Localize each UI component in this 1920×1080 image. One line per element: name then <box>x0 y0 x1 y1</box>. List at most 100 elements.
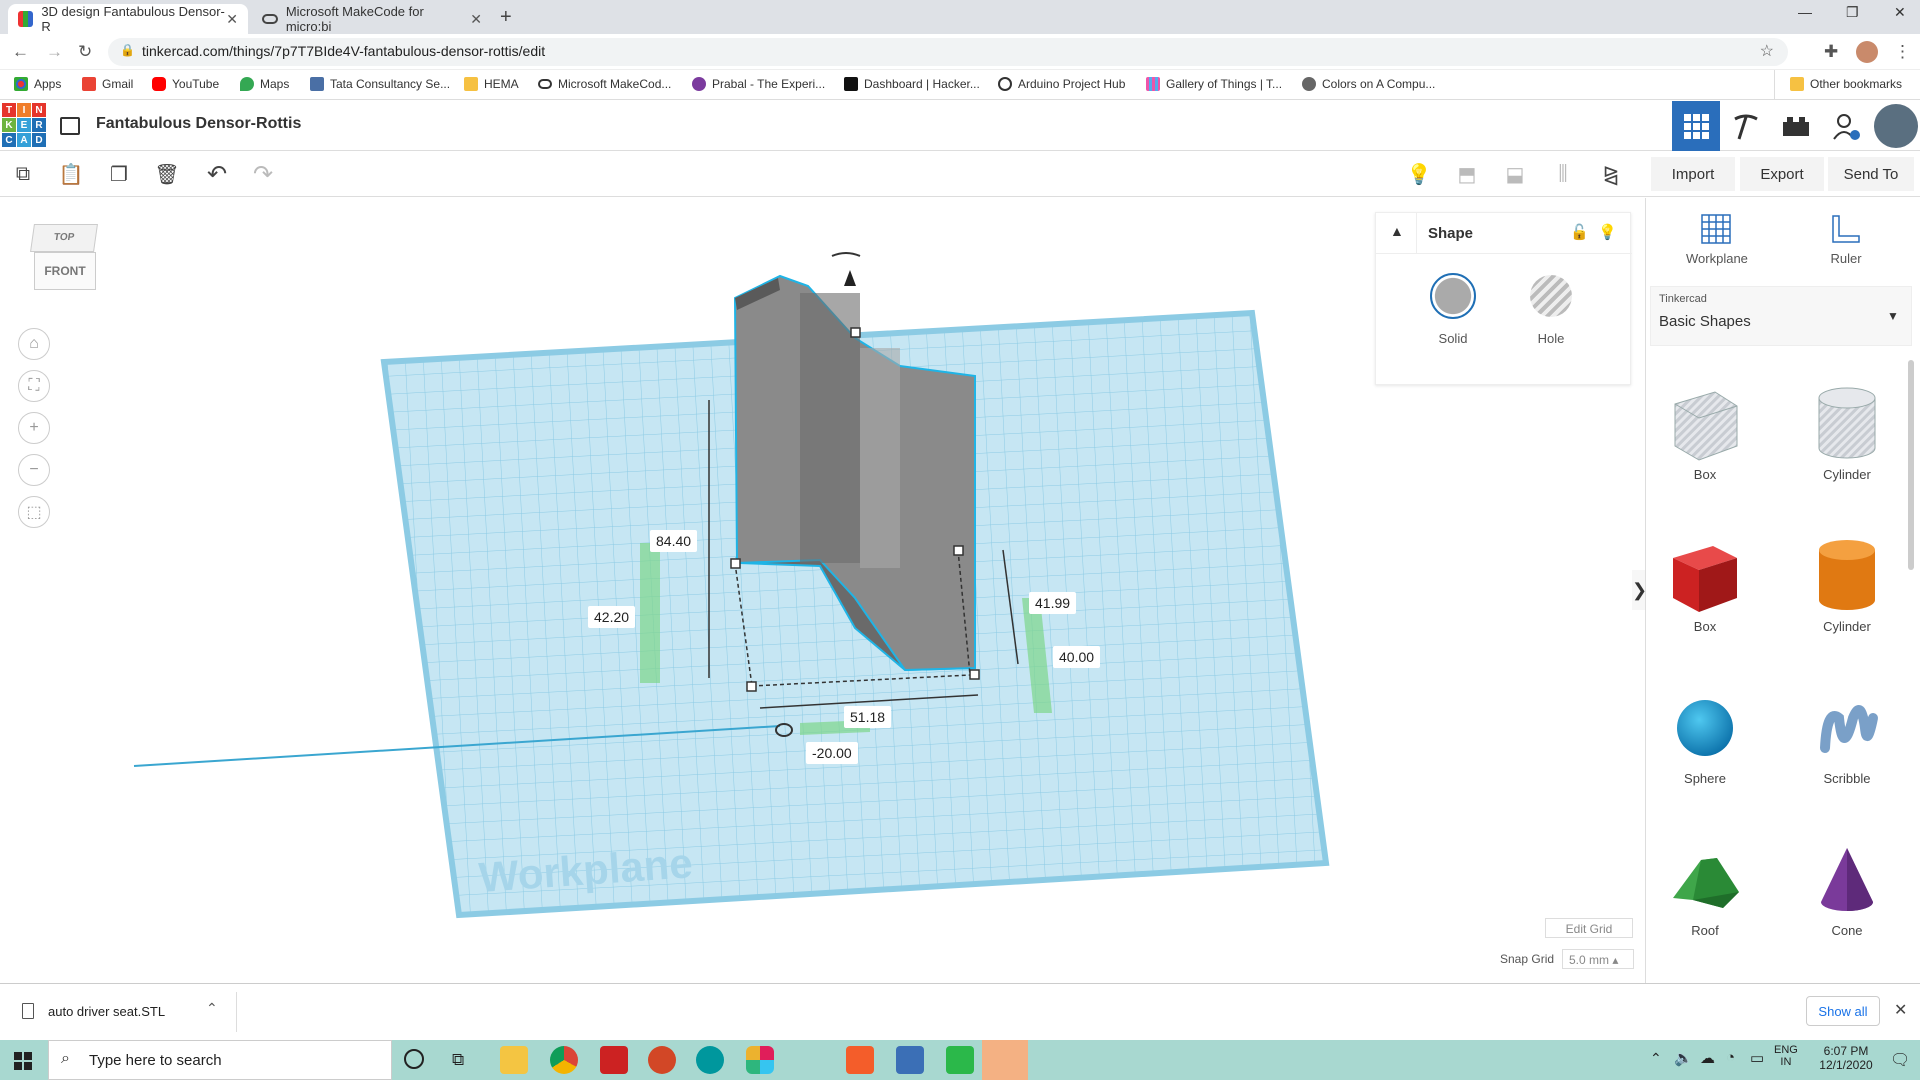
view-cube-front[interactable]: FRONT <box>34 252 96 290</box>
tab-tinkercad[interactable]: 3D design Fantabulous Densor-R ✕ <box>8 4 248 34</box>
3d-workspace[interactable]: Workplane TOP FRONT ⌂ ⛶ + − ⬚ 84.40 42.2… <box>0 198 1645 983</box>
elevation-dimension[interactable]: 42.20 <box>588 606 636 628</box>
duplicate-icon[interactable]: ❐ <box>106 161 132 187</box>
3d-design-view-button[interactable] <box>1672 101 1720 151</box>
new-tab-button[interactable]: + <box>500 6 512 29</box>
design-list-icon[interactable] <box>60 117 80 135</box>
group-icon[interactable]: ⬒ <box>1454 161 1480 187</box>
file-explorer-icon[interactable] <box>500 1046 528 1074</box>
tinkercad-logo[interactable]: T I N K E R C A D <box>2 103 46 147</box>
bookmark-prabal[interactable]: Prabal - The Experi... <box>692 77 825 91</box>
visibility-icon[interactable]: 💡 <box>1598 223 1617 241</box>
edit-grid-button[interactable]: Edit Grid <box>1545 918 1633 938</box>
rotate-handle-icon[interactable] <box>831 252 861 257</box>
back-icon[interactable]: ← <box>12 42 29 62</box>
shape-cylinder-hole[interactable]: Cylinder <box>1792 384 1902 482</box>
undo-icon[interactable]: ↶ <box>204 161 230 188</box>
other-bookmarks[interactable]: Other bookmarks <box>1790 77 1902 91</box>
shape-scribble[interactable]: Scribble <box>1792 688 1902 786</box>
align-icon[interactable]: ⫼ <box>1550 161 1576 187</box>
slack-icon[interactable] <box>746 1046 774 1074</box>
notifications-icon[interactable]: 🗨 <box>1890 1050 1910 1070</box>
flash-icon[interactable] <box>600 1046 628 1074</box>
cortana-icon[interactable] <box>404 1049 424 1069</box>
tab-makecode[interactable]: Microsoft MakeCode for micro:bi ✕ <box>252 4 492 34</box>
chrome-icon[interactable] <box>550 1046 578 1074</box>
lightbulb-icon[interactable]: 💡 <box>1406 161 1432 187</box>
clock[interactable]: 6:07 PM 12/1/2020 <box>1810 1044 1882 1072</box>
offset-dimension[interactable]: -20.00 <box>806 742 858 764</box>
ruler-tool[interactable]: Ruler <box>1816 212 1876 266</box>
send-to-button[interactable]: Send To <box>1828 157 1914 191</box>
mirror-icon[interactable]: ⧎ <box>1598 161 1624 187</box>
camtasia-icon[interactable] <box>946 1046 974 1074</box>
import-button[interactable]: Import <box>1651 157 1735 191</box>
zoom-in-icon[interactable]: + <box>18 412 50 444</box>
onedrive-icon[interactable]: ☁ <box>1700 1049 1715 1067</box>
bookmark-hema[interactable]: HEMA <box>464 77 519 91</box>
lock-icon[interactable]: 🔓 <box>1570 223 1589 241</box>
length-dimension[interactable]: 40.00 <box>1053 646 1101 668</box>
panel-scrollbar[interactable] <box>1908 360 1914 570</box>
user-avatar[interactable] <box>1874 104 1918 148</box>
view-cube-top[interactable]: TOP <box>30 224 98 252</box>
shape-roof[interactable]: Roof <box>1650 840 1760 938</box>
chevron-up-icon[interactable]: ⌃ <box>206 1000 218 1017</box>
windows-start-icon[interactable] <box>14 1052 32 1070</box>
lift-handle-icon[interactable] <box>844 270 856 286</box>
arduino-taskbar-icon[interactable] <box>696 1046 724 1074</box>
design-title[interactable]: Fantabulous Densor-Rottis <box>96 115 301 133</box>
height-dimension[interactable]: 84.40 <box>650 530 698 552</box>
tray-chevron-icon[interactable]: ⌃ <box>1650 1050 1662 1067</box>
bookmark-gmail[interactable]: Gmail <box>82 77 133 91</box>
show-all-button[interactable]: Show all <box>1806 996 1880 1026</box>
minimize-icon[interactable]: — <box>1798 4 1812 20</box>
bricks-view-button[interactable] <box>1772 101 1820 151</box>
menu-dots-icon[interactable]: ⋮ <box>1894 42 1911 62</box>
bookmark-hacker[interactable]: Dashboard | Hacker... <box>844 77 980 91</box>
fit-view-icon[interactable]: ⛶ <box>18 370 50 402</box>
paste-icon[interactable]: 📋 <box>58 161 84 187</box>
language-indicator[interactable]: ENG IN <box>1774 1044 1798 1068</box>
volume-icon[interactable]: 🔈 <box>1674 1049 1693 1067</box>
sublime-icon[interactable] <box>846 1046 874 1074</box>
battery-icon[interactable]: ▭ <box>1750 1049 1764 1067</box>
solid-option[interactable] <box>1430 273 1476 319</box>
close-download-bar-icon[interactable]: ✕ <box>1894 1000 1907 1020</box>
restore-icon[interactable]: ❐ <box>1846 4 1859 21</box>
extensions-icon[interactable]: ✚ <box>1824 42 1838 62</box>
invite-user-button[interactable] <box>1822 101 1870 151</box>
bookmark-colors[interactable]: Colors on A Compu... <box>1302 77 1435 91</box>
bookmark-youtube[interactable]: YouTube <box>152 77 219 91</box>
delete-icon[interactable]: 🗑 <box>154 161 180 187</box>
star-icon[interactable]: ☆ <box>1760 41 1774 61</box>
snap-grid-select[interactable]: 5.0 mm ▴ <box>1562 949 1634 969</box>
bookmark-arduino[interactable]: Arduino Project Hub <box>998 77 1125 91</box>
ungroup-icon[interactable]: ⬓ <box>1502 161 1528 187</box>
perspective-icon[interactable]: ⬚ <box>18 496 50 528</box>
download-filename[interactable]: auto driver seat.STL <box>48 1004 165 1019</box>
wifi-icon[interactable]: ◔ <box>1726 1049 1735 1066</box>
expand-panel-icon[interactable]: ❯ <box>1632 570 1645 610</box>
taskbar-search[interactable]: ⌕ Type here to search <box>48 1040 392 1080</box>
close-window-icon[interactable]: ✕ <box>1894 4 1906 21</box>
forward-icon[interactable]: → <box>46 42 63 62</box>
close-tab-icon[interactable]: ✕ <box>226 11 238 28</box>
collapse-icon[interactable]: ▲ <box>1390 223 1404 239</box>
depth-dimension[interactable]: 41.99 <box>1029 592 1077 614</box>
snipping-tool-icon[interactable] <box>896 1046 924 1074</box>
bookmark-makecode[interactable]: Microsoft MakeCod... <box>538 77 671 91</box>
shape-library-select[interactable]: Tinkercad Basic Shapes ▼ <box>1650 286 1912 346</box>
shape-cone[interactable]: Cone <box>1792 840 1902 938</box>
url-field[interactable]: 🔒 tinkercad.com/things/7p7T7BIde4V-fanta… <box>108 38 1788 66</box>
bookmark-apps[interactable]: Apps <box>14 77 61 91</box>
reload-icon[interactable]: ↻ <box>78 42 92 62</box>
profile-avatar[interactable] <box>1856 41 1878 63</box>
shape-sphere[interactable]: Sphere <box>1650 688 1760 786</box>
bookmark-tcs[interactable]: Tata Consultancy Se... <box>310 77 450 91</box>
bookmark-gallery[interactable]: Gallery of Things | T... <box>1146 77 1282 91</box>
hole-option[interactable] <box>1530 275 1572 317</box>
zoom-out-icon[interactable]: − <box>18 454 50 486</box>
shape-box-hole[interactable]: Box <box>1650 384 1760 482</box>
copy-icon[interactable]: ⧉ <box>10 161 36 187</box>
